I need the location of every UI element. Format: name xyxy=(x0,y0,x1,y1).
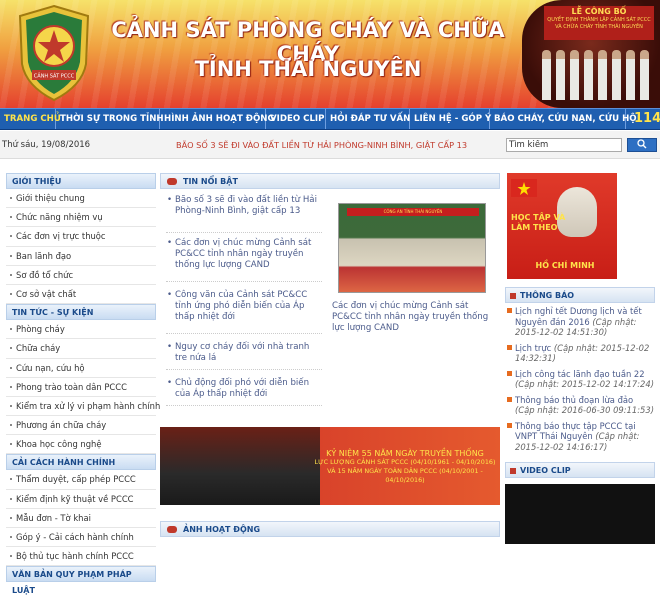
sidebar-item-firefighting[interactable]: Chữa cháy xyxy=(6,339,156,359)
ceremony-banner-sub: QUYẾT ĐỊNH THÀNH LẬP CẢNH SÁT PCCC VÀ CH… xyxy=(547,17,651,30)
anniversary-line1: KỶ NIỆM 55 NĂM NGÀY TRUYỀN THỐNG xyxy=(326,449,484,458)
sidebar-item-inspection[interactable]: Kiểm định kỹ thuật về PCCC xyxy=(6,490,156,509)
section-heading-notices: THÔNG BÁO xyxy=(505,287,655,303)
notice-item[interactable]: Thông báo thủ đoạn lừa đảo (Cập nhật: 20… xyxy=(505,392,655,418)
nav-home[interactable]: TRANG CHỦ xyxy=(0,109,61,129)
sidebar-heading-intro: GIỚI THIỆU xyxy=(6,173,156,189)
anniversary-line2: LỰC LƯỢNG CẢNH SÁT PCCC (04/10/1961 - 04… xyxy=(314,458,496,466)
current-date: Thứ sáu, 19/08/2016 xyxy=(2,140,91,150)
sidebar-heading-admin-reform: CẢI CÁCH HÀNH CHÍNH xyxy=(6,454,156,471)
section-heading-video: VIDEO CLIP xyxy=(505,462,655,478)
notice-title[interactable]: Lịch công tác lãnh đạo tuần 22 xyxy=(515,369,645,379)
sidebar-item-feedback[interactable]: Góp ý - Cải cách hành chính xyxy=(6,528,156,548)
hotline-number[interactable]: 114 xyxy=(626,109,660,129)
police-logo-icon[interactable]: CẢNH SÁT PCCC xyxy=(14,4,94,102)
ceremony-person xyxy=(556,50,565,100)
ceremony-banner-title: LỄ CÔNG BỐ xyxy=(571,7,627,16)
sidebar-item-procedures[interactable]: Bộ thủ tục hành chính PCCC xyxy=(6,547,156,567)
ceremony-banner: LỄ CÔNG BỐ QUYẾT ĐỊNH THÀNH LẬP CẢNH SÁT… xyxy=(544,6,654,40)
nav-activity-photos[interactable]: HÌNH ẢNH HOẠT ĐỘNG xyxy=(160,109,275,129)
header-ceremony-photo: LỄ CÔNG BỐ QUYẾT ĐỊNH THÀNH LẬP CẢNH SÁT… xyxy=(522,0,660,108)
news-ticker[interactable]: BÃO SỐ 3 SẼ ĐI VÀO ĐẤT LIỀN TỪ HẢI PHÒNG… xyxy=(176,140,467,150)
site-header: CẢNH SÁT PCCC CẢNH SÁT PHÒNG CHÁY VÀ CHỮ… xyxy=(0,0,660,108)
sidebar-heading-legal-docs[interactable]: VĂN BẢN QUY PHẠM PHÁP LUẬT xyxy=(6,566,156,595)
notice-title[interactable]: Thông báo thủ đoạn lừa đảo xyxy=(515,395,633,405)
section-marker-icon xyxy=(167,178,177,185)
ho-chi-minh-poster[interactable]: HỌC TẬP VÀ LÀM THEO HỒ CHÍ MINH xyxy=(507,173,617,279)
news-item[interactable]: Các đơn vị chúc mừng Cảnh sát PC&CC tỉnh… xyxy=(166,238,322,282)
search-icon xyxy=(637,139,647,149)
featured-news-caption[interactable]: Các đơn vị chúc mừng Cảnh sát PC&CC tỉnh… xyxy=(332,301,492,334)
right-sidebar: HỌC TẬP VÀ LÀM THEO HỒ CHÍ MINH THÔNG BÁ… xyxy=(505,173,655,544)
firefighters-photo xyxy=(160,427,320,505)
ceremony-person xyxy=(570,50,579,100)
sidebar-item-rescue[interactable]: Cứu nạn, cứu hộ xyxy=(6,359,156,378)
sidebar-item-fire-plans[interactable]: Phương án chữa cháy xyxy=(6,416,156,436)
anniversary-banner[interactable]: KỶ NIỆM 55 NĂM NGÀY TRUYỀN THỐNG LỰC LƯỢ… xyxy=(160,427,500,505)
ceremony-person xyxy=(542,50,551,100)
ceremony-person xyxy=(598,50,607,100)
sidebar-item-leadership[interactable]: Ban lãnh đạo xyxy=(6,247,156,266)
sidebar-heading-news: TIN TỨC - SỰ KIỆN xyxy=(6,304,156,321)
notice-updated: (Cập nhật: 2016-06-30 09:11:53) xyxy=(515,405,654,415)
notice-item[interactable]: Lịch công tác lãnh đạo tuần 22 (Cập nhật… xyxy=(505,366,655,392)
nav-video-clip[interactable]: VIDEO CLIP xyxy=(266,109,326,129)
site-title-line2: TỈNH THÁI NGUYÊN xyxy=(194,57,422,81)
main-content: TIN NỔI BẬT Bão số 3 sẽ đi vào đất liền … xyxy=(160,173,500,537)
anniversary-line3: VÀ 15 NĂM NGÀY TOÀN DÂN PCCC (04/10/2001… xyxy=(327,467,483,484)
news-item[interactable]: Bão số 3 sẽ đi vào đất liền từ Hải Phòng… xyxy=(166,195,322,233)
nav-qa[interactable]: HỎI ĐÁP TƯ VẤN xyxy=(326,109,410,129)
ceremony-person xyxy=(640,50,649,100)
featured-news-image[interactable]: CÔNG AN TỈNH THÁI NGUYÊN xyxy=(338,203,486,293)
section-marker-icon xyxy=(510,293,516,299)
notice-item[interactable]: Lịch trực (Cập nhật: 2015-12-02 14:32:31… xyxy=(505,340,655,366)
ceremony-person xyxy=(626,50,635,100)
section-marker-icon xyxy=(167,526,177,533)
sidebar-item-units[interactable]: Các đơn vị trực thuộc xyxy=(6,227,156,247)
notice-item[interactable]: Thông báo thực tập PCCC tại VNPT Thái Ng… xyxy=(505,418,655,455)
featured-image-banner: CÔNG AN TỈNH THÁI NGUYÊN xyxy=(347,208,479,216)
video-player[interactable] xyxy=(505,484,655,544)
sidebar-item-approval[interactable]: Thẩm duyệt, cấp phép PCCC xyxy=(6,470,156,490)
left-sidebar: GIỚI THIỆU Giới thiệu chung Chức năng nh… xyxy=(6,173,160,595)
sidebar-item-org-chart[interactable]: Sơ đồ tổ chức xyxy=(6,266,156,285)
sidebar-item-science[interactable]: Khoa học công nghệ xyxy=(6,435,156,455)
poster-name: HỒ CHÍ MINH xyxy=(535,261,595,270)
nav-report-fire[interactable]: BÁO CHÁY, CỨU NẠN, CỨU HỘ xyxy=(490,109,637,129)
nav-contact[interactable]: LIÊN HỆ - GÓP Ý xyxy=(410,109,491,129)
featured-title: TIN NỔI BẬT xyxy=(183,177,238,186)
main-nav: TRANG CHỦ THỜI SỰ TRONG TỈNH HÌNH ẢNH HO… xyxy=(0,108,660,130)
section-marker-icon xyxy=(510,468,516,474)
activities-title: ẢNH HOẠT ĐỘNG xyxy=(183,525,261,534)
featured-news-list: Bão số 3 sẽ đi vào đất liền từ Hải Phòng… xyxy=(166,195,322,406)
anniversary-text: KỶ NIỆM 55 NĂM NGÀY TRUYỀN THỐNG LỰC LƯỢ… xyxy=(310,449,500,485)
svg-text:CẢNH SÁT PCCC: CẢNH SÁT PCCC xyxy=(34,72,75,80)
notice-item[interactable]: Lịch nghỉ tết Dương lịch và tết Nguyên đ… xyxy=(505,303,655,340)
search-input[interactable] xyxy=(506,138,622,152)
sidebar-item-facilities[interactable]: Cơ sở vật chất xyxy=(6,285,156,305)
video-title: VIDEO CLIP xyxy=(520,466,571,475)
news-item[interactable]: Nguy cơ cháy đối với nhà tranh tre nứa l… xyxy=(166,342,322,370)
sidebar-item-functions[interactable]: Chức năng nhiệm vụ xyxy=(6,208,156,228)
ceremony-person xyxy=(584,50,593,100)
ceremony-person xyxy=(612,50,621,100)
search-button[interactable] xyxy=(627,138,657,152)
poster-slogan: HỌC TẬP VÀ LÀM THEO xyxy=(511,213,566,232)
sidebar-item-general-intro[interactable]: Giới thiệu chung xyxy=(6,189,156,209)
sidebar-item-movement[interactable]: Phong trào toàn dân PCCC xyxy=(6,378,156,397)
section-heading-activities: ẢNH HOẠT ĐỘNG xyxy=(160,521,500,537)
sidebar-item-violations[interactable]: Kiểm tra xử lý vi phạm hành chính xyxy=(6,397,160,417)
notices-title: THÔNG BÁO xyxy=(520,291,575,300)
flag-icon xyxy=(511,179,537,197)
news-item[interactable]: Công văn của Cảnh sát PC&CC tỉnh ứng phó… xyxy=(166,290,322,334)
notice-updated: (Cập nhật: 2015-12-02 14:17:24) xyxy=(515,379,654,389)
sidebar-item-fire-prevention[interactable]: Phòng cháy xyxy=(6,320,156,340)
news-item[interactable]: Chủ động đối phó với diễn biến của Áp th… xyxy=(166,378,322,406)
section-heading-featured: TIN NỔI BẬT xyxy=(160,173,500,189)
notice-title[interactable]: Lịch trực xyxy=(515,343,551,353)
nav-local-news[interactable]: THỜI SỰ TRONG TỈNH xyxy=(56,109,164,129)
sidebar-item-forms[interactable]: Mẫu đơn - Tờ khai xyxy=(6,509,156,528)
